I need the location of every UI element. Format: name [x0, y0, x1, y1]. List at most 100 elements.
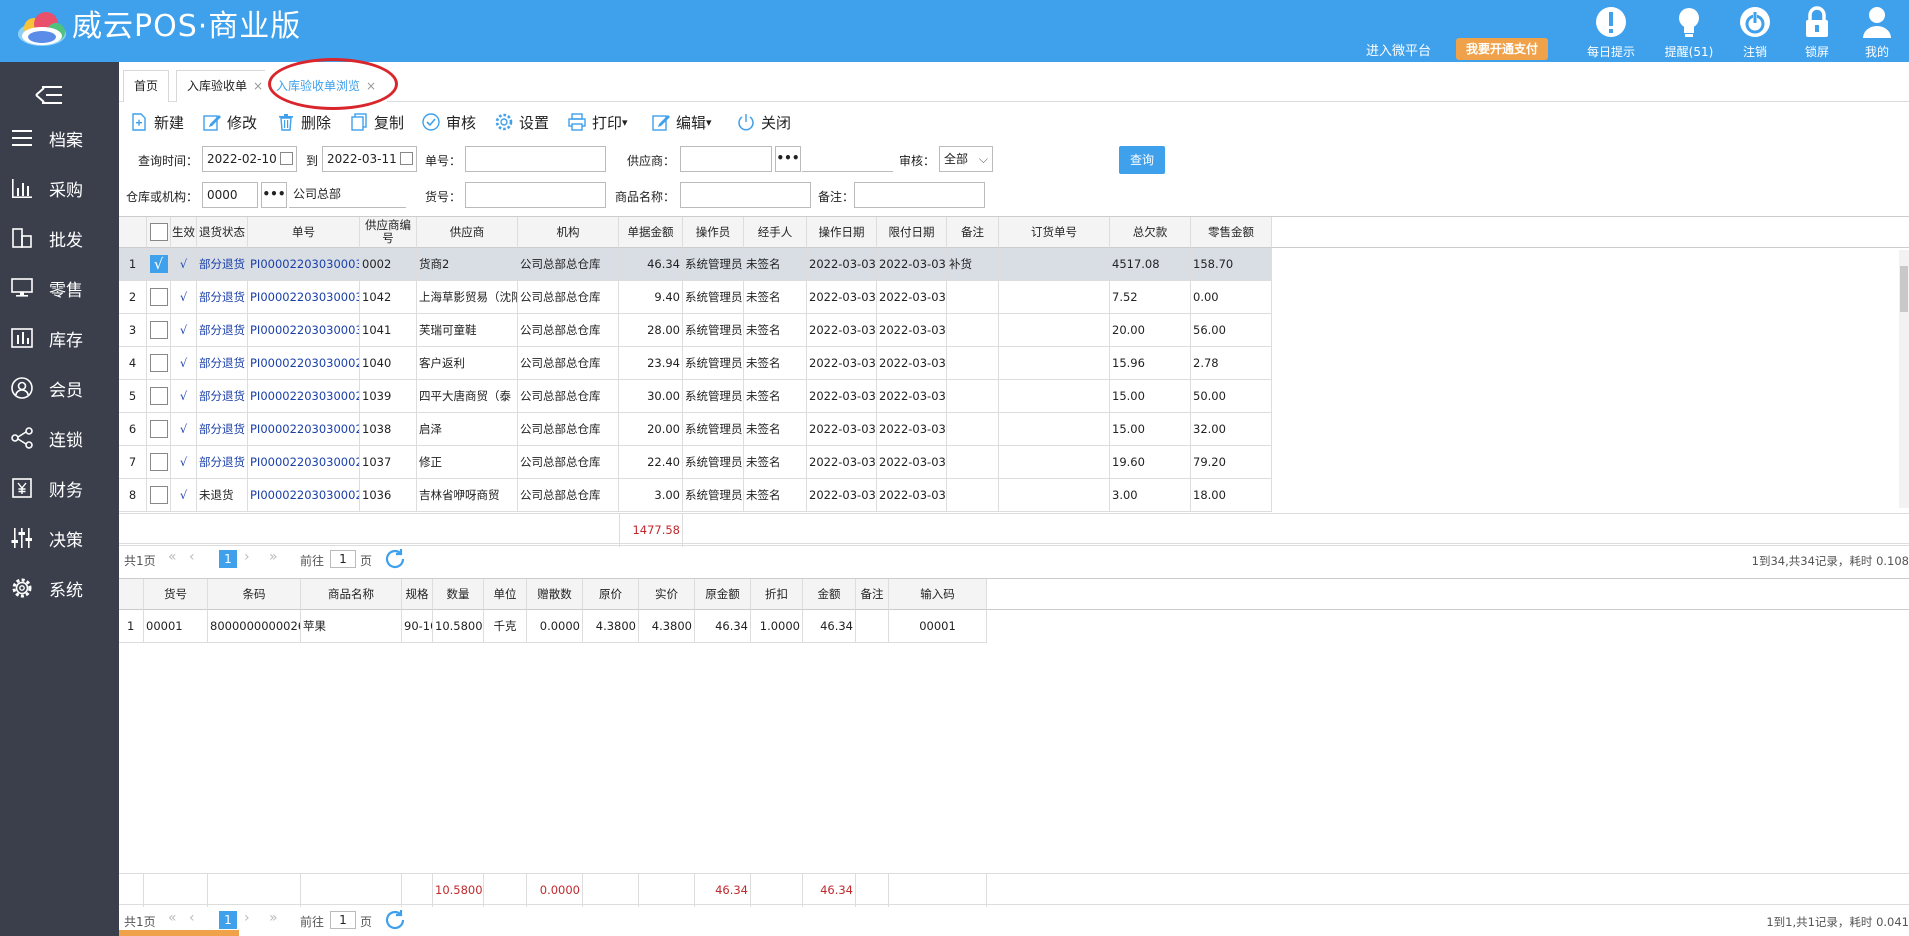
sidebar-item-decision[interactable]: 决策	[0, 516, 119, 560]
sidebar-item-chain[interactable]: 连锁	[0, 416, 119, 460]
col-header[interactable]: 单位	[484, 579, 527, 610]
page-input[interactable]: 1	[330, 550, 356, 568]
supplier-picker-button[interactable]: •••	[775, 146, 801, 172]
last-page-button[interactable]: »	[269, 910, 278, 926]
order-no-link[interactable]: PI000022030300029	[248, 347, 360, 380]
row-checkbox[interactable]	[149, 321, 168, 339]
col-header[interactable]: 数量	[433, 579, 484, 610]
table-row[interactable]: 1 √ √ 部分退货 PI000022030300032 0002 货商2 公司总部总仓库 46…	[119, 248, 1272, 281]
col-header[interactable]: 操作日期	[807, 217, 877, 248]
date-to-input[interactable]: 2022-03-11	[322, 146, 417, 172]
enable-payment-button[interactable]: 我要开通支付	[1456, 38, 1548, 60]
col-header[interactable]: 货号	[144, 579, 208, 610]
col-header[interactable]: 零售金额	[1191, 217, 1272, 248]
close-button[interactable]: 关闭	[736, 110, 791, 134]
col-header[interactable]: 金额	[803, 579, 856, 610]
table-row[interactable]: 3 √ 部分退货 PI000022030300030 1041 芙瑞可童鞋 公司总部总仓库 2…	[119, 314, 1272, 347]
col-header[interactable]: 操作员	[683, 217, 744, 248]
order-no-link[interactable]: PI000022030300025	[248, 479, 360, 512]
my-account-button[interactable]: 我的	[1842, 4, 1909, 60]
sidebar-item-finance[interactable]: 财务	[0, 466, 119, 510]
audit-button[interactable]: 审核	[421, 110, 476, 134]
sidebar-item-archive[interactable]: 档案	[0, 116, 119, 160]
modify-button[interactable]: 修改	[202, 110, 257, 134]
edit-menu-button[interactable]: 编辑 ▾	[651, 110, 712, 134]
col-header[interactable]: 规格	[402, 579, 433, 610]
tab-receiving-order[interactable]: 入库验收单 ×	[176, 70, 275, 102]
col-header[interactable]: 原价	[583, 579, 639, 610]
order-no-link[interactable]: PI000022030300031	[248, 281, 360, 314]
daily-tips-button[interactable]: 每日提示	[1576, 4, 1646, 60]
current-page-button[interactable]: 1	[219, 550, 237, 568]
order-no-link[interactable]: PI000022030300026	[248, 446, 360, 479]
table-row[interactable]: 5 √ 部分退货 PI000022030300028 1039 四平大唐商贸（泰 公司总部总…	[119, 380, 1272, 413]
col-header[interactable]: 实价	[639, 579, 695, 610]
order-no-link[interactable]: PI000022030300030	[248, 314, 360, 347]
copy-button[interactable]: 复制	[349, 110, 404, 134]
row-checkbox[interactable]	[149, 288, 168, 306]
close-icon[interactable]: ×	[253, 79, 263, 93]
first-page-button[interactable]: «	[168, 910, 177, 926]
next-page-button[interactable]: ›	[244, 549, 250, 565]
table-row[interactable]: 7 √ 部分退货 PI000022030300026 1037 修正 公司总部总仓库 22.4…	[119, 446, 1272, 479]
warehouse-picker-button[interactable]: •••	[261, 182, 287, 208]
table-row[interactable]: 4 √ 部分退货 PI000022030300029 1040 客户返利 公司总部总仓库 23…	[119, 347, 1272, 380]
col-header[interactable]: 订货单号	[999, 217, 1110, 248]
micro-platform-link[interactable]: 进入微平台	[1366, 40, 1431, 59]
col-header[interactable]: 输入码	[889, 579, 987, 610]
audit-select[interactable]: 全部 ⌵	[939, 146, 993, 172]
sidebar-item-system[interactable]: 系统	[0, 566, 119, 610]
sidebar-item-retail[interactable]: 零售	[0, 266, 119, 310]
collapse-menu-icon[interactable]	[34, 84, 64, 106]
delete-button[interactable]: 删除	[276, 110, 331, 134]
tab-home[interactable]: 首页	[123, 70, 170, 102]
col-header[interactable]: 供应商	[417, 217, 518, 248]
order-no-link[interactable]: PI000022030300027	[248, 413, 360, 446]
supplier-input[interactable]	[680, 146, 772, 172]
col-header[interactable]: 单号	[248, 217, 360, 248]
col-header[interactable]: 生效	[171, 217, 197, 248]
first-page-button[interactable]: «	[168, 549, 177, 565]
page-input[interactable]: 1	[330, 911, 356, 929]
prev-page-button[interactable]: ‹	[189, 549, 195, 565]
current-page-button[interactable]: 1	[219, 911, 237, 929]
table-row[interactable]: 8 √ 未退货 PI000022030300025 1036 吉林省咿呀商贸 公司总部总仓库…	[119, 479, 1272, 512]
print-button[interactable]: 打印 ▾	[567, 110, 628, 134]
col-header[interactable]: 条码	[208, 579, 301, 610]
refresh-icon[interactable]	[383, 547, 407, 571]
col-header[interactable]: 经手人	[744, 217, 807, 248]
table-row[interactable]: 2 √ 部分退货 PI000022030300031 1042 上海草影贸易（沈阳 公司总部…	[119, 281, 1272, 314]
sidebar-item-wholesale[interactable]: 批发	[0, 216, 119, 260]
sidebar-item-purchase[interactable]: 采购	[0, 166, 119, 210]
order-no-input[interactable]	[465, 146, 606, 172]
supplier-name-field[interactable]	[802, 146, 893, 172]
warehouse-name-field[interactable]: 公司总部	[289, 182, 406, 208]
row-checkbox[interactable]	[149, 486, 168, 504]
col-header[interactable]: 赠散数	[527, 579, 583, 610]
row-checkbox[interactable]	[149, 420, 168, 438]
row-checkbox[interactable]: √	[149, 255, 168, 273]
sidebar-item-member[interactable]: 会员	[0, 366, 119, 410]
new-button[interactable]: 新建	[129, 110, 184, 134]
table-row[interactable]: 1 00001 8000000000026 苹果 90-100 10.5800 …	[119, 610, 987, 643]
calendar-icon[interactable]	[400, 152, 413, 165]
col-header[interactable]: 供应商编号	[360, 217, 417, 248]
query-button[interactable]: 查询	[1119, 146, 1165, 174]
order-no-link[interactable]: PI000022030300028	[248, 380, 360, 413]
product-name-input[interactable]	[680, 182, 811, 208]
row-checkbox[interactable]	[149, 453, 168, 471]
scrollbar-thumb[interactable]	[1900, 266, 1908, 312]
row-checkbox[interactable]	[149, 354, 168, 372]
col-header[interactable]: 原金额	[695, 579, 751, 610]
col-header[interactable]: 退货状态	[197, 217, 248, 248]
date-from-input[interactable]: 2022-02-10	[202, 146, 297, 172]
row-checkbox[interactable]	[149, 387, 168, 405]
refresh-icon[interactable]	[383, 908, 407, 932]
next-page-button[interactable]: ›	[244, 910, 250, 926]
settings-button[interactable]: 设置	[494, 110, 549, 134]
col-header[interactable]: 单据金额	[619, 217, 683, 248]
table-row[interactable]: 6 √ 部分退货 PI000022030300027 1038 启泽 公司总部总仓库 20.0…	[119, 413, 1272, 446]
col-header[interactable]: 备注	[856, 579, 889, 610]
last-page-button[interactable]: »	[269, 549, 278, 565]
col-header[interactable]: 限付日期	[877, 217, 947, 248]
